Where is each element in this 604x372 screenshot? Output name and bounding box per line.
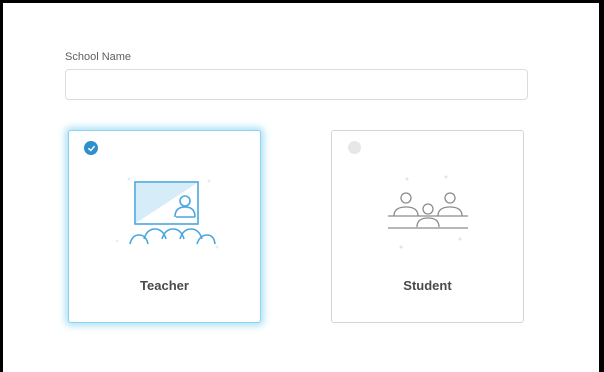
school-name-input[interactable]	[65, 69, 528, 100]
student-role-card[interactable]: Student	[331, 130, 524, 323]
role-selection-panel: School Name Teacher Student	[3, 3, 599, 372]
school-name-label: School Name	[65, 51, 132, 63]
teacher-role-card[interactable]: Teacher	[68, 130, 261, 323]
students-at-desk-icon	[388, 175, 468, 249]
student-role-label: Student	[403, 278, 452, 293]
teacher-role-label: Teacher	[140, 278, 189, 293]
classroom-teacher-icon	[115, 177, 219, 249]
